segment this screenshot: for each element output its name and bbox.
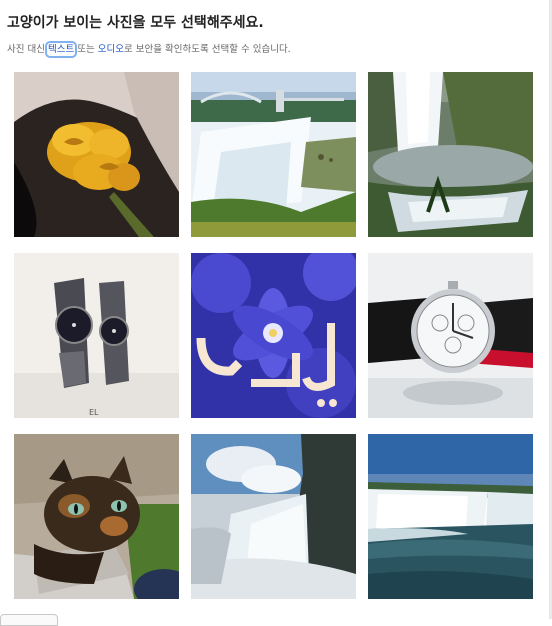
image-tile-waterfall-bridge[interactable] — [191, 72, 356, 237]
roses-image — [14, 72, 179, 237]
image-tile-waterfall-mist[interactable] — [191, 434, 356, 599]
image-tile-waterfall-pool[interactable] — [368, 72, 533, 237]
waterfall-mist-image — [191, 434, 356, 599]
image-tile-watches[interactable]: EL — [14, 253, 179, 418]
waterfall-river-image — [368, 434, 533, 599]
watches-image: EL — [14, 253, 179, 418]
cat-image — [14, 434, 179, 599]
svg-text:EL: EL — [89, 408, 99, 417]
waterfall-bridge-image — [191, 72, 356, 237]
footer-control[interactable] — [0, 614, 58, 626]
image-grid: EL — [0, 0, 552, 619]
image-tile-blue-flowers[interactable] — [191, 253, 356, 418]
blue-flowers-image — [191, 253, 356, 418]
image-tile-roses[interactable] — [14, 72, 179, 237]
waterfall-pool-image — [368, 72, 533, 237]
image-tile-wristwatch[interactable] — [368, 253, 533, 418]
image-tile-waterfall-river[interactable] — [368, 434, 533, 599]
wristwatch-image — [368, 253, 533, 418]
image-tile-cat[interactable] — [14, 434, 179, 599]
